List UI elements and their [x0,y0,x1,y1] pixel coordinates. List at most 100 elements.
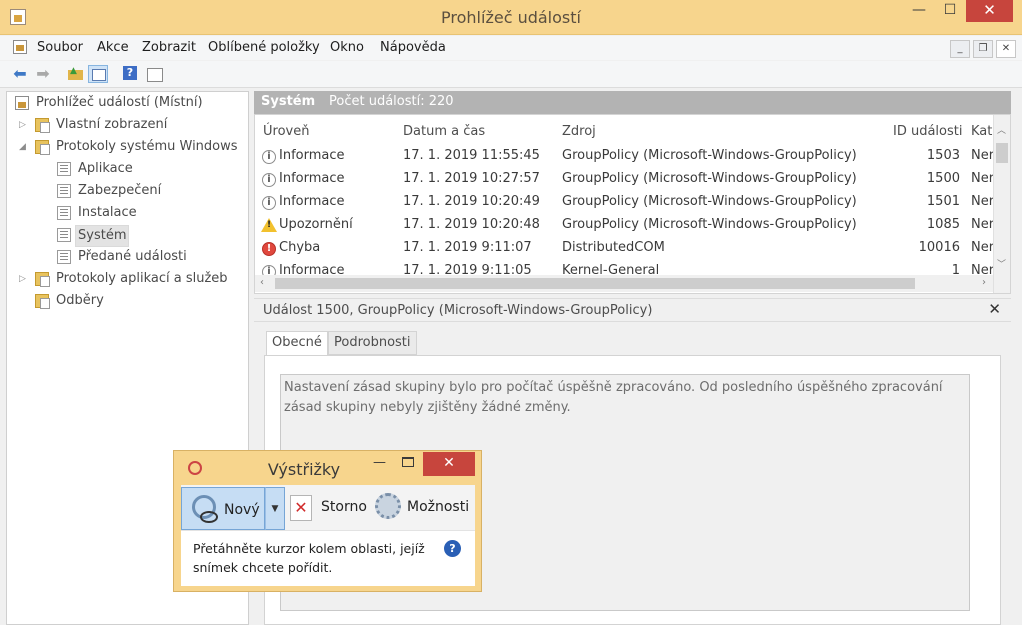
row-category: Ner [971,171,995,186]
column-source[interactable]: Zdroj [562,124,596,139]
detail-close-icon[interactable]: ✕ [988,300,1001,318]
up-folder-icon[interactable] [65,62,85,83]
help-icon[interactable] [121,65,141,83]
row-category: Ner [971,148,995,163]
tree-item-label: Instalace [78,205,137,220]
snip-maximize-button[interactable] [402,457,414,467]
scroll-right-icon[interactable]: › [982,277,986,288]
mdi-minimize-button[interactable]: _ [950,40,970,58]
tree-item-label: Protokoly aplikací a služeb [56,271,228,286]
cancel-x-icon: ✕ [290,495,312,521]
log-icon [57,206,71,220]
row-level: Informace [279,148,345,163]
close-button[interactable]: ✕ [966,0,1013,22]
warning-mark-icon: ! [267,220,272,230]
log-icon [57,250,71,264]
properties-icon[interactable] [145,65,165,83]
folder-icon [35,118,50,133]
cancel-label: Storno [321,499,367,515]
menu-action[interactable]: Akce [97,40,129,55]
horizontal-scrollbar[interactable]: ‹ › [255,275,995,292]
expand-arrow-icon[interactable]: ▷ [19,115,29,135]
horizontal-scroll-thumb[interactable] [275,278,915,289]
menu-favorites[interactable]: Oblíbené položky [208,40,320,55]
tree-item-label: Protokoly systému Windows [56,139,238,154]
scissors-icon [190,495,218,523]
mdi-restore-button[interactable]: ❐ [973,40,993,58]
menu-view[interactable]: Zobrazit [142,40,196,55]
row-datetime: 17. 1. 2019 9:11:07 [403,240,532,255]
row-level: Upozornění [279,217,353,232]
subscriptions-icon [35,294,50,309]
column-datetime[interactable]: Datum a čas [403,124,485,139]
row-category: Ner [971,240,995,255]
mdi-close-button[interactable]: ✕ [996,40,1016,58]
tree-item-label: Odběry [56,293,104,308]
expand-arrow-icon[interactable]: ▷ [19,269,29,289]
snip-help-icon[interactable]: ? [444,540,461,557]
tree-item-label: Zabezpečení [78,183,162,198]
gear-icon [375,493,401,519]
table-row[interactable]: ! Chyba 17. 1. 2019 9:11:07 DistributedC… [255,237,995,260]
row-datetime: 17. 1. 2019 10:20:48 [403,217,540,232]
table-row[interactable]: i Informace 17. 1. 2019 10:20:49 GroupPo… [255,191,995,214]
vertical-scroll-thumb[interactable] [996,143,1008,163]
scroll-up-icon[interactable]: ︿ [997,123,1006,136]
show-pane-icon[interactable] [88,65,108,83]
new-snip-button[interactable]: Nový [181,487,265,530]
event-detail-title: Událost 1500, GroupPolicy (Microsoft-Win… [263,303,653,318]
menu-help[interactable]: Nápověda [380,40,446,55]
minimize-button[interactable]: — [905,0,933,22]
menu-bar: Soubor Akce Zobrazit Oblíbené položky Ok… [0,36,1022,60]
events-grid: Úroveň Datum a čas Zdroj ID události Kat… [254,114,1011,294]
row-event-id: 10016 [918,240,960,255]
row-source: GroupPolicy (Microsoft-Windows-GroupPoli… [562,171,857,186]
row-event-id: 1500 [926,171,960,186]
row-source: DistributedCOM [562,240,665,255]
column-category[interactable]: Kat [971,124,992,139]
forward-arrow-icon[interactable]: ➡ [33,65,53,83]
tree-item-label: Aplikace [78,161,133,176]
log-icon [57,184,71,198]
collapse-arrow-icon[interactable]: ◢ [19,137,29,157]
table-row[interactable]: ! Upozornění 17. 1. 2019 10:20:48 GroupP… [255,214,995,237]
events-header: Systém Počet událostí: 220 [254,91,1011,114]
info-icon: i [262,196,276,210]
table-row[interactable]: i Informace 17. 1. 2019 10:27:57 GroupPo… [255,168,995,191]
folder-icon [35,140,50,155]
row-event-id: 1503 [926,148,960,163]
row-category: Ner [971,194,995,209]
maximize-button[interactable]: ☐ [935,0,965,22]
snipping-tool-title: Výstřižky [267,460,341,479]
window-title: Prohlížeč událostí [441,8,581,27]
back-arrow-icon[interactable]: ⬅ [10,65,30,83]
row-event-id: 1501 [926,194,960,209]
vertical-scrollbar[interactable]: ︿ ﹀ [993,115,1010,293]
column-event-id[interactable]: ID události [893,124,962,139]
snip-body: Nový ▼ ✕ Storno Možnosti Přetáhněte kurz… [181,485,475,586]
snip-close-button[interactable]: ✕ [423,452,475,476]
snip-toolbar: Nový ▼ ✕ Storno Možnosti [181,485,475,531]
menu-file[interactable]: Soubor [37,40,83,55]
tab-general[interactable]: Obecné [266,331,328,356]
row-source: GroupPolicy (Microsoft-Windows-GroupPoli… [562,217,857,232]
new-snip-label: Nový [224,502,260,518]
info-icon: i [262,173,276,187]
row-level: Chyba [279,240,321,255]
row-datetime: 17. 1. 2019 11:55:45 [403,148,540,163]
snipping-tool-window: Výstřižky — ✕ Nový ▼ ✕ Storno Možnosti P… [173,450,482,592]
row-source: GroupPolicy (Microsoft-Windows-GroupPoli… [562,194,857,209]
mmc-document-icon[interactable] [13,40,27,54]
scroll-left-icon[interactable]: ‹ [260,277,264,288]
snip-instructions: Přetáhněte kurzor kolem oblasti, jejíž s… [193,541,425,575]
row-event-id: 1085 [926,217,960,232]
table-row[interactable]: i Informace 17. 1. 2019 11:55:45 GroupPo… [255,145,995,168]
menu-window[interactable]: Okno [330,40,364,55]
snip-minimize-button[interactable]: — [373,455,386,470]
row-category: Ner [971,217,995,232]
scroll-down-icon[interactable]: ﹀ [997,257,1006,270]
row-level: Informace [279,194,345,209]
tab-details[interactable]: Podrobnosti [328,331,417,355]
snip-mode-dropdown[interactable]: ▼ [265,487,285,530]
column-level[interactable]: Úroveň [263,124,309,139]
